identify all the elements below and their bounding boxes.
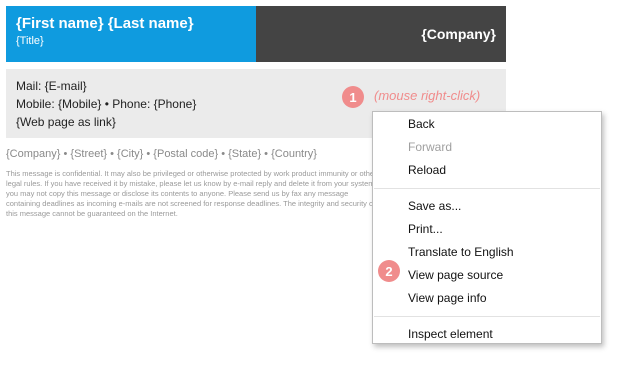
menu-separator — [374, 316, 600, 317]
step-1-badge: 1 — [342, 86, 364, 108]
menu-item-reload[interactable]: Reload — [373, 159, 601, 182]
menu-separator — [374, 188, 600, 189]
step-2-badge: 2 — [378, 260, 400, 282]
menu-item-back[interactable]: Back — [373, 113, 601, 136]
menu-item-view-page-info[interactable]: View page info — [373, 287, 601, 310]
address-line: {Company} • {Street} • {City} • {Postal … — [6, 148, 317, 160]
company-name: {Company} — [421, 26, 496, 42]
menu-item-save-as[interactable]: Save as... — [373, 195, 601, 218]
full-name: {First name} {Last name} — [16, 15, 194, 32]
menu-item-view-page-source[interactable]: View page source — [373, 264, 601, 287]
job-title: {Title} — [16, 35, 44, 47]
right-click-annotation: (mouse right-click) — [374, 88, 481, 103]
menu-item-print[interactable]: Print... — [373, 218, 601, 241]
menu-item-forward[interactable]: Forward — [373, 136, 601, 159]
disclaimer-text: This message is confidential. It may als… — [6, 169, 377, 218]
context-menu: Back Forward Reload Save as... Print... … — [372, 111, 602, 344]
menu-item-translate[interactable]: Translate to English — [373, 241, 601, 264]
company-block: {Company} — [256, 6, 506, 62]
signature-header: {First name} {Last name} {Title} {Compan… — [6, 6, 506, 62]
menu-item-inspect-element[interactable]: Inspect element — [373, 323, 601, 346]
name-block: {First name} {Last name} {Title} — [6, 6, 256, 62]
